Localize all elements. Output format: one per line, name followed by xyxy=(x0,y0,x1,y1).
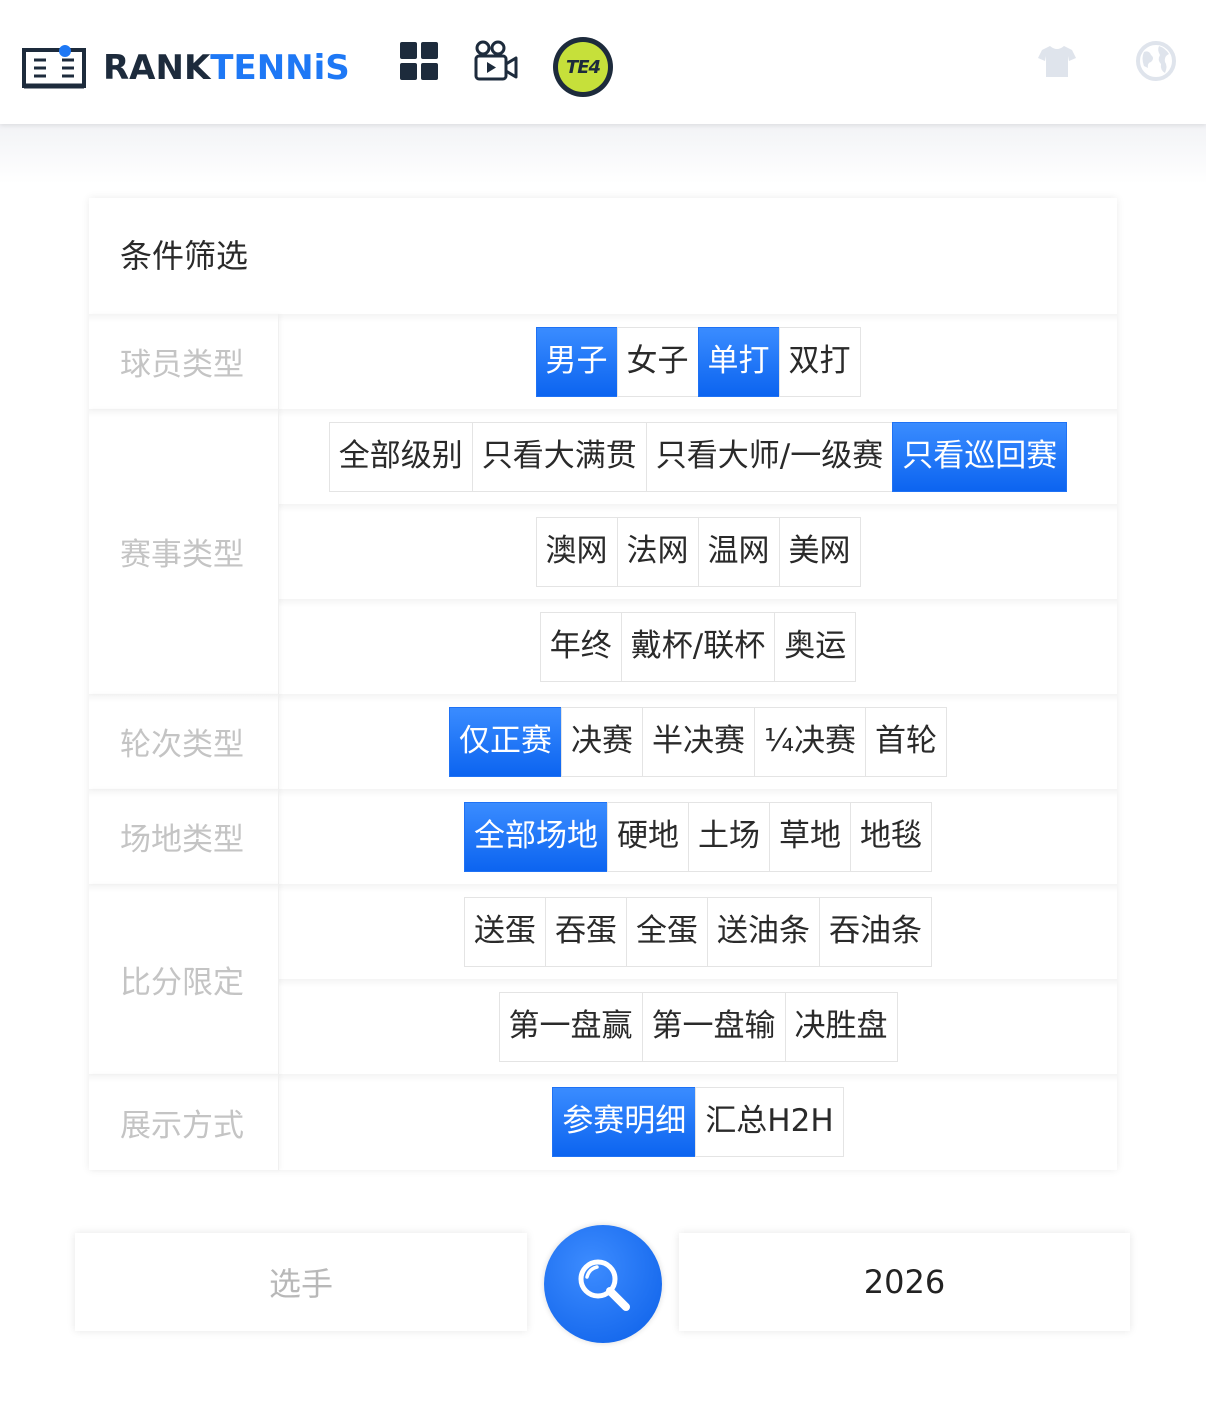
score-bagel-options: 送蛋 吞蛋 全蛋 送油条 吞油条 xyxy=(464,896,932,967)
brand-logo[interactable]: RANKTENNiS xyxy=(103,46,350,90)
option-french-open[interactable]: 法网 xyxy=(616,516,699,587)
year-input[interactable]: 2026 xyxy=(679,1233,1130,1331)
option-final[interactable]: 决赛 xyxy=(560,706,643,777)
display-mode-options: 参赛明细 汇总H2H xyxy=(552,1086,844,1157)
search-button[interactable] xyxy=(544,1225,662,1343)
label-event-type: 赛事类型 xyxy=(89,409,279,694)
option-take-bagel[interactable]: 吞蛋 xyxy=(545,896,627,967)
row-score-bagels: 送蛋 吞蛋 全蛋 送油条 吞油条 xyxy=(279,884,1117,979)
option-all-bagels[interactable]: 全蛋 xyxy=(626,896,708,967)
option-give-breadstick[interactable]: 送油条 xyxy=(707,896,820,967)
label-round-type: 轮次类型 xyxy=(89,694,279,789)
option-h2h-summary[interactable]: 汇总H2H xyxy=(695,1086,844,1157)
top-bar: RANKTENNiS TE4 xyxy=(0,0,1206,124)
option-australian-open[interactable]: 澳网 xyxy=(535,516,618,587)
video-icon[interactable] xyxy=(474,40,518,82)
logo-tennis-text: TENNiS xyxy=(210,48,350,88)
option-singles[interactable]: 单打 xyxy=(697,326,780,397)
option-women[interactable]: 女子 xyxy=(616,326,699,397)
score-set-options: 第一盘赢 第一盘输 决胜盘 xyxy=(498,991,898,1062)
te4-badge-text: TE4 xyxy=(565,56,601,78)
logo-rank-text: RANK xyxy=(103,48,211,88)
filter-card: 条件筛选 球员类型 男子 女子 单打 双打 赛事类型 全部级别 只看大满贯 只看… xyxy=(89,198,1117,1170)
option-year-end[interactable]: 年终 xyxy=(539,611,622,682)
option-olympics[interactable]: 奥运 xyxy=(774,611,857,682)
option-grand-slam-only[interactable]: 只看大满贯 xyxy=(471,421,647,492)
search-icon xyxy=(578,1259,630,1311)
row-special-events: 年终 戴杯/联杯 奥运 xyxy=(279,599,1117,694)
row-grand-slams: 澳网 法网 温网 美网 xyxy=(279,504,1117,599)
grid-icon[interactable] xyxy=(400,42,438,80)
option-main-draw-only[interactable]: 仅正赛 xyxy=(448,706,562,777)
globe-icon[interactable] xyxy=(1135,40,1177,82)
option-carpet[interactable]: 地毯 xyxy=(850,801,932,872)
label-player-type: 球员类型 xyxy=(89,314,279,409)
filter-title: 条件筛选 xyxy=(120,237,249,275)
option-grass[interactable]: 草地 xyxy=(769,801,851,872)
option-semifinal[interactable]: 半决赛 xyxy=(641,706,755,777)
round-type-options: 仅正赛 决赛 半决赛 ¼决赛 首轮 xyxy=(448,706,948,777)
player-type-options: 男子 女子 单打 双打 xyxy=(535,326,861,397)
option-deciding-set[interactable]: 决胜盘 xyxy=(784,991,898,1062)
row-player-type: 男子 女子 单打 双打 xyxy=(279,314,1117,409)
option-all-levels[interactable]: 全部级别 xyxy=(328,421,473,492)
te4-badge-icon[interactable]: TE4 xyxy=(553,37,613,97)
surface-type-options: 全部场地 硬地 土场 草地 地毯 xyxy=(464,801,932,872)
option-davis-cup[interactable]: 戴杯/联杯 xyxy=(620,611,776,682)
player-input[interactable]: 选手 xyxy=(75,1233,527,1331)
shirt-icon[interactable] xyxy=(1038,44,1076,78)
row-event-level: 全部级别 只看大满贯 只看大师/一级赛 只看巡回赛 xyxy=(279,409,1117,504)
option-first-round[interactable]: 首轮 xyxy=(865,706,948,777)
option-masters-only[interactable]: 只看大师/一级赛 xyxy=(645,421,894,492)
option-wimbledon[interactable]: 温网 xyxy=(697,516,780,587)
option-quarterfinal[interactable]: ¼决赛 xyxy=(753,706,867,777)
option-clay[interactable]: 土场 xyxy=(688,801,770,872)
option-us-open[interactable]: 美网 xyxy=(778,516,861,587)
event-level-options: 全部级别 只看大满贯 只看大师/一级赛 只看巡回赛 xyxy=(328,421,1068,492)
option-men[interactable]: 男子 xyxy=(535,326,618,397)
label-surface-type: 场地类型 xyxy=(89,789,279,884)
header-shadow xyxy=(0,124,1206,184)
option-take-breadstick[interactable]: 吞油条 xyxy=(819,896,932,967)
row-score-sets: 第一盘赢 第一盘输 决胜盘 xyxy=(279,979,1117,1074)
option-first-set-lost[interactable]: 第一盘输 xyxy=(641,991,786,1062)
row-surface-type: 全部场地 硬地 土场 草地 地毯 xyxy=(279,789,1117,884)
row-round-type: 仅正赛 决赛 半决赛 ¼决赛 首轮 xyxy=(279,694,1117,789)
te4-badge-inner: TE4 xyxy=(558,42,608,92)
option-hard[interactable]: 硬地 xyxy=(607,801,689,872)
row-display-mode: 参赛明细 汇总H2H xyxy=(279,1074,1117,1169)
option-first-set-won[interactable]: 第一盘赢 xyxy=(498,991,643,1062)
label-score-limit: 比分限定 xyxy=(89,884,279,1074)
rank-logo-icon[interactable] xyxy=(22,44,86,90)
option-all-surfaces[interactable]: 全部场地 xyxy=(464,801,608,872)
option-give-bagel[interactable]: 送蛋 xyxy=(464,896,546,967)
label-display-mode: 展示方式 xyxy=(89,1074,279,1170)
special-event-options: 年终 戴杯/联杯 奥运 xyxy=(539,611,857,682)
option-entry-details[interactable]: 参赛明细 xyxy=(552,1086,697,1157)
option-tour-only[interactable]: 只看巡回赛 xyxy=(892,421,1068,492)
grand-slam-options: 澳网 法网 温网 美网 xyxy=(535,516,861,587)
option-doubles[interactable]: 双打 xyxy=(778,326,861,397)
